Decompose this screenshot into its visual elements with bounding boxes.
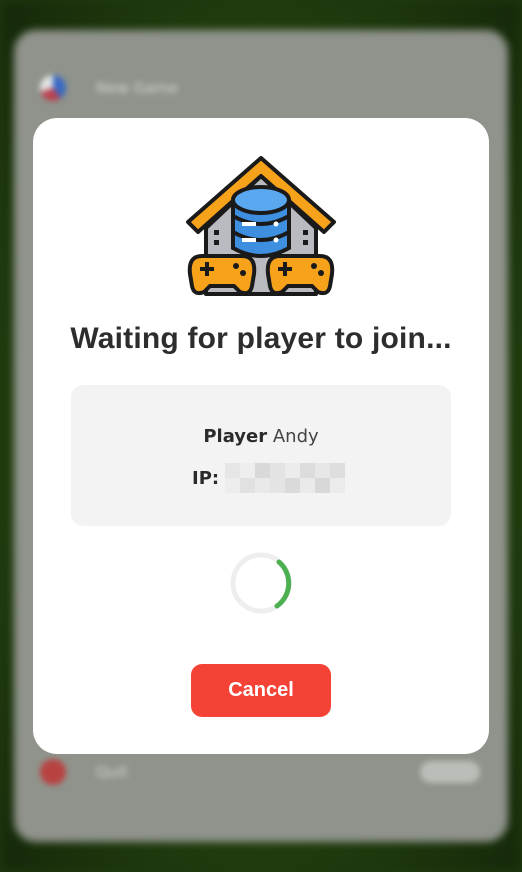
blurred-menu-item-new-game: New Game (40, 68, 178, 108)
blurred-quit-icon (40, 759, 66, 785)
ip-value-pixelated (225, 463, 346, 493)
house-server-gamepads-icon (186, 156, 336, 296)
player-row: Player Andy (71, 426, 451, 447)
ip-label: IP: (192, 467, 220, 489)
blurred-menu-item-quit: Quit (40, 752, 480, 792)
ip-row: IP: (192, 463, 346, 493)
dialog-title: Waiting for player to join... (70, 322, 452, 355)
player-info-card: Player Andy IP: (71, 385, 451, 526)
player-label: Player (203, 426, 268, 447)
loading-spinner-icon (230, 552, 292, 614)
player-name: Andy (272, 426, 319, 447)
blurred-menu-label: Quit (96, 763, 128, 781)
blurred-menu-label: New Game (96, 79, 179, 97)
blurred-game-icon (40, 75, 66, 101)
blurred-toggle (420, 761, 480, 783)
waiting-dialog: Waiting for player to join... Player And… (33, 118, 489, 754)
cancel-button[interactable]: Cancel (191, 664, 331, 717)
